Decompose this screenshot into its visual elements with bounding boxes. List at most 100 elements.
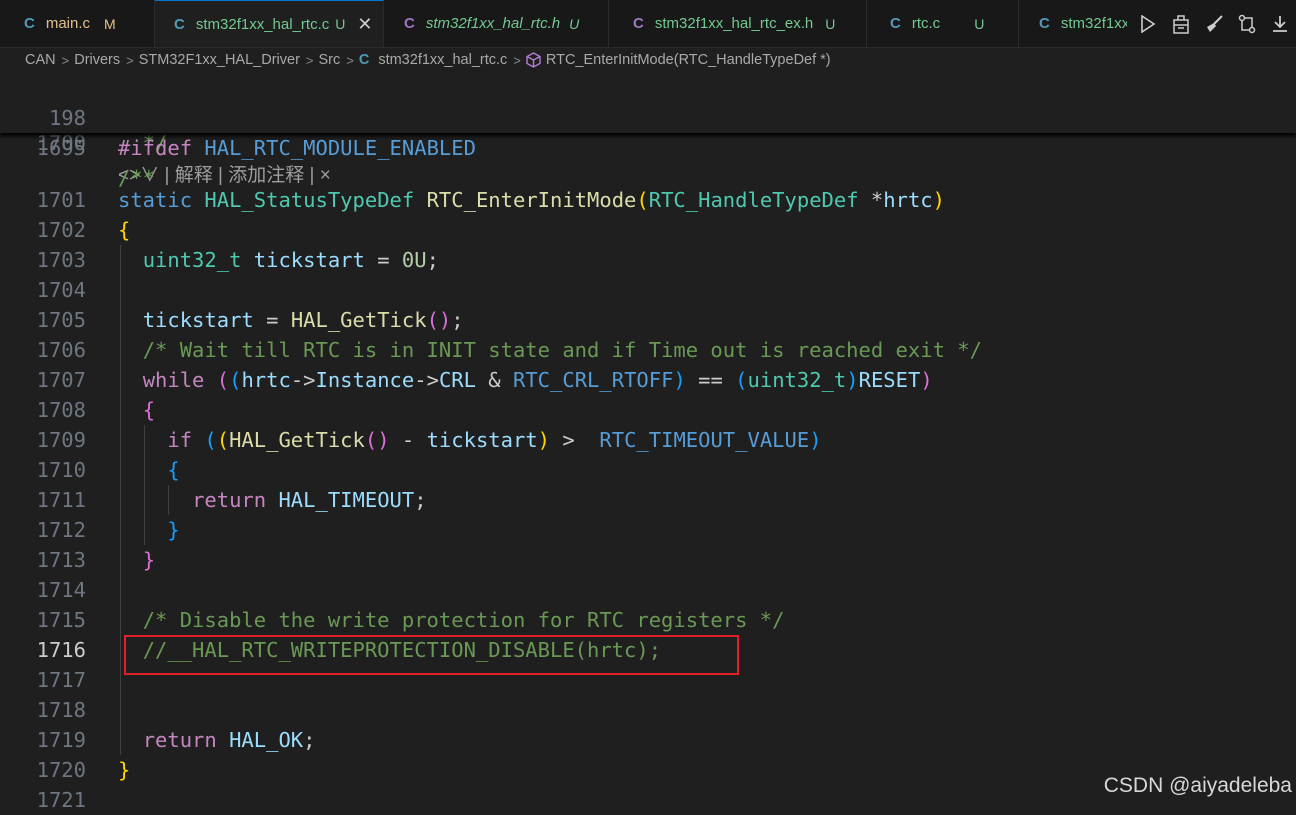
line-number: 1709: [36, 428, 86, 452]
debug-icon[interactable]: [1164, 14, 1197, 34]
sticky-line[interactable]: 1695 /**: [0, 103, 1296, 190]
code-token: while: [142, 368, 205, 392]
code-line[interactable]: 1706 /* Wait till RTC is in INIT state a…: [0, 335, 1296, 365]
code-token: HAL_TIMEOUT: [278, 488, 415, 512]
code-token: }: [118, 758, 131, 782]
code-token: RTC_CRL_RTOFF: [513, 368, 674, 392]
breadcrumb-item[interactable]: CAN: [25, 52, 56, 68]
code-text: }: [118, 515, 179, 545]
code-text: return HAL_OK;: [118, 725, 316, 755]
code-token: hrtc: [883, 188, 933, 212]
code-token: (: [216, 428, 230, 452]
code-line[interactable]: 1718: [0, 695, 1296, 725]
breadcrumb-item[interactable]: Drivers: [74, 52, 120, 68]
code-token: =: [364, 248, 402, 272]
close-tab-icon[interactable]: ✕: [357, 14, 372, 35]
code-token: {: [167, 458, 180, 482]
code-line[interactable]: 1704: [0, 275, 1296, 305]
chevron-right-icon: >: [513, 52, 521, 68]
tab-stm32f1xx-hal-rtc-c[interactable]: C stm32f1xx_hal_rtc.c U ✕: [155, 0, 384, 47]
tab-label: stm32f1xx_hal_rtc.c: [195, 15, 330, 33]
code-line[interactable]: 1707 while ((hrtc->Instance->CRL & RTC_C…: [0, 365, 1296, 395]
line-number: 1711: [36, 488, 86, 512]
tab-main-c[interactable]: C main.c M: [0, 0, 155, 47]
code-line[interactable]: 1715 /* Disable the write protection for…: [0, 605, 1296, 635]
code-line[interactable]: 1702{: [0, 215, 1296, 245]
code-token: return: [142, 728, 217, 752]
code-line[interactable]: 1719 return HAL_OK;: [0, 725, 1296, 755]
codelens-explain[interactable]: 解释: [175, 165, 213, 186]
broom-icon[interactable]: [1197, 14, 1230, 34]
sticky-line[interactable]: 198 #ifdef HAL_RTC_MODULE_ENABLED: [0, 73, 1296, 160]
line-number: 1706: [36, 338, 86, 362]
code-text: {: [118, 455, 180, 485]
editor-tab-bar: C main.c M C stm32f1xx_hal_rtc.c U ✕ C s…: [0, 0, 1296, 48]
code-token: &: [475, 368, 513, 392]
code-token: HAL_RTC_MODULE_ENABLED: [204, 136, 476, 160]
tab-stm32f1xx-hal-rtc-ex-h[interactable]: C stm32f1xx_hal_rtc_ex.h U: [609, 0, 867, 47]
code-text: #ifdef HAL_RTC_MODULE_ENABLED: [118, 133, 476, 163]
code-token: tickstart: [142, 308, 254, 332]
code-token: tickstart: [426, 428, 538, 452]
compare-changes-icon[interactable]: [1230, 14, 1263, 34]
code-text: /**: [118, 163, 155, 193]
c-file-icon: C: [24, 15, 35, 32]
tab-rtc-c[interactable]: C rtc.c U: [867, 0, 1019, 47]
tab-stm32f1xx-hal-rtc-h[interactable]: C stm32f1xx_hal_rtc.h U: [384, 0, 609, 47]
sticky-scroll[interactable]: 198 #ifdef HAL_RTC_MODULE_ENABLED 1695 /…: [0, 73, 1296, 190]
download-icon[interactable]: [1263, 14, 1296, 34]
line-number: 1703: [36, 248, 86, 272]
code-line[interactable]: 1720}: [0, 755, 1296, 785]
breadcrumb-item[interactable]: Src: [319, 52, 341, 68]
code-token: CRL: [438, 368, 476, 392]
code-token: (: [216, 368, 230, 392]
breadcrumb-file[interactable]: stm32f1xx_hal_rtc.c: [378, 52, 507, 68]
tab-label: stm32f1xx_hal_rtc_ex.h: [654, 15, 814, 32]
code-token: ;: [426, 248, 439, 272]
line-number: 1719: [36, 728, 86, 752]
code-token: hrtc: [241, 368, 291, 392]
codelens-add-comment[interactable]: 添加注释: [228, 165, 304, 186]
code-line[interactable]: 1703 uint32_t tickstart = 0U;: [0, 245, 1296, 275]
code-text: }: [118, 545, 155, 575]
code-token: #ifdef: [118, 136, 193, 160]
code-token: ): [809, 428, 822, 452]
code-line[interactable]: 1713 }: [0, 545, 1296, 575]
code-line[interactable]: 1709 if ((HAL_GetTick() - tickstart) > R…: [0, 425, 1296, 455]
code-token: uint32_t: [142, 248, 242, 272]
code-line[interactable]: 1714: [0, 575, 1296, 605]
code-line[interactable]: 1712 }: [0, 515, 1296, 545]
close-icon[interactable]: ×: [320, 165, 331, 186]
code-token: =: [253, 308, 291, 332]
chevron-right-icon: >: [305, 52, 314, 68]
code-token: ): [673, 368, 686, 392]
watermark: CSDN @aiyadeleba: [1103, 774, 1292, 797]
breadcrumb-symbol[interactable]: RTC_EnterInitMode(RTC_HandleTypeDef *): [546, 52, 831, 68]
code-token: ->: [414, 368, 439, 392]
code-text: {: [118, 395, 155, 425]
code-line[interactable]: 1708 {: [0, 395, 1296, 425]
code-token: >: [550, 428, 600, 452]
line-number: 1704: [36, 278, 86, 302]
breadcrumb-item[interactable]: STM32F1xx_HAL_Driver: [139, 52, 300, 68]
code-text: /* Disable the write protection for RTC …: [118, 605, 785, 635]
run-icon[interactable]: [1131, 14, 1164, 33]
code-text: static HAL_StatusTypeDef RTC_EnterInitMo…: [118, 185, 945, 215]
code-line[interactable]: 1711 return HAL_TIMEOUT;: [0, 485, 1296, 515]
tab-label: rtc.c: [911, 15, 941, 32]
code-line[interactable]: 1721: [0, 785, 1296, 815]
code-line[interactable]: 1705 tickstart = HAL_GetTick();: [0, 305, 1296, 335]
code-line[interactable]: 1701 static HAL_StatusTypeDef RTC_EnterIn…: [0, 185, 1296, 215]
code-token: tickstart: [253, 248, 365, 272]
code-line[interactable]: 1710 {: [0, 455, 1296, 485]
code-token: ): [537, 428, 551, 452]
